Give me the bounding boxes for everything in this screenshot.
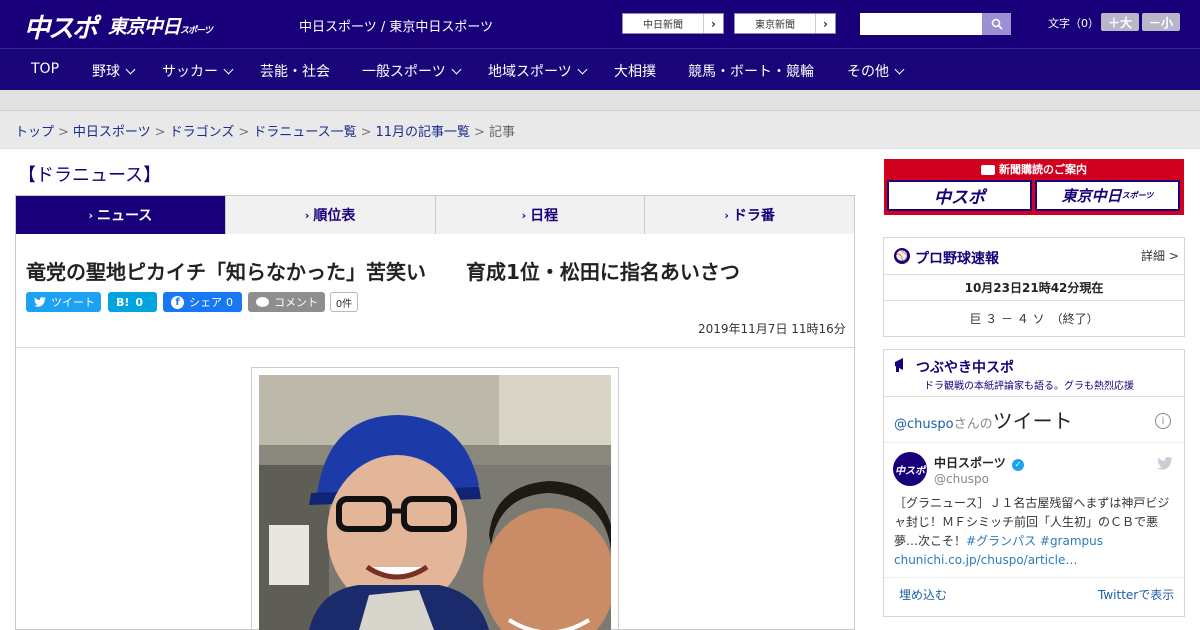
tab-dra-ban[interactable]: › ドラ番 <box>645 196 854 234</box>
nav-item-other[interactable]: その他 <box>847 61 905 81</box>
chevron-down-icon <box>451 64 462 75</box>
nav-item-general-sports[interactable]: 一般スポーツ <box>362 61 462 81</box>
divider <box>884 577 1184 578</box>
chevron-right-icon: › <box>521 208 527 222</box>
facebook-share-button[interactable]: f シェア 0 <box>163 292 242 312</box>
section-title: 【ドラニュース】 <box>18 165 162 186</box>
avatar[interactable]: 中スポ <box>893 452 927 486</box>
hatena-icon: B! <box>116 295 130 309</box>
tweet-button[interactable]: ツイート <box>26 292 101 312</box>
font-size-label: 文字（0） <box>1048 17 1099 30</box>
view-on-twitter-link[interactable]: Twitterで表示 <box>1098 586 1174 603</box>
divider <box>884 274 1184 275</box>
breadcrumb-chuspo[interactable]: 中日スポーツ <box>73 125 151 140</box>
nav-item-top[interactable]: TOP <box>31 61 59 77</box>
twitter-bird-icon[interactable] <box>1157 455 1173 470</box>
breadcrumb-current: 記事 <box>488 125 515 140</box>
tweets-subtitle: ドラ観戦の本紙評論家も語る。グラも熱烈応援 <box>924 381 1134 392</box>
comment-count: 0件 <box>330 292 358 312</box>
chevron-right-icon: › <box>703 14 723 33</box>
hatena-bookmark-button[interactable]: B! 0 <box>108 292 157 312</box>
chevron-right-icon: › <box>304 208 310 222</box>
tab-news[interactable]: › ニュース <box>16 196 226 242</box>
breadcrumb-dragons[interactable]: ドラゴンズ <box>170 125 235 140</box>
baseball-timestamp: 10月23日21時42分現在 <box>964 281 1104 295</box>
chevron-down-icon <box>577 64 588 75</box>
article-photo[interactable] <box>259 375 611 630</box>
baseball-score[interactable]: 巨 ３ － ４ ソ （終了） <box>884 310 1184 327</box>
twitter-bird-icon <box>34 297 46 307</box>
embed-link[interactable]: 埋め込む <box>899 586 947 603</box>
chunichi-shimbun-link[interactable]: 中日新聞 › <box>622 13 724 34</box>
nav-item-local-sports[interactable]: 地域スポーツ <box>488 61 588 81</box>
megaphone-icon <box>893 356 909 374</box>
tweet-text: ［グラニュース］Ｊ１名古屋残留へまずは神戸ビジャ封じ！ＭＦシミッチ前回「人生初」… <box>894 496 1170 567</box>
photo-illustration <box>259 375 611 630</box>
tweet-hashtags[interactable]: #グランパス #grampus <box>966 534 1103 548</box>
chevron-down-icon <box>223 64 234 75</box>
search-icon <box>991 18 1003 30</box>
verified-badge-icon: ✓ <box>1011 458 1024 471</box>
info-icon[interactable]: i <box>1155 413 1171 429</box>
search-button[interactable] <box>982 13 1011 35</box>
breadcrumb-november[interactable]: 11月の記事一覧 <box>376 125 471 140</box>
nav-item-soccer[interactable]: サッカー <box>162 61 234 81</box>
tweets-heading: @chuspoさんのツイート <box>894 409 1073 433</box>
baseball-title: プロ野球速報 <box>915 251 999 267</box>
nav-item-entertainment[interactable]: 芸能・社会 <box>260 61 330 81</box>
tab-standings[interactable]: › 順位表 <box>226 196 436 234</box>
site-name: 中日スポーツ / 東京中日スポーツ <box>299 20 494 35</box>
font-size-down-button[interactable]: －小 <box>1142 13 1180 31</box>
chevron-right-icon: › <box>815 14 835 33</box>
dra-tabs: › ニュース › 順位表 › 日程 › ドラ番 <box>15 195 855 242</box>
subscribe-chuspo-button[interactable]: 中スポ <box>887 180 1032 211</box>
divider <box>884 396 1184 397</box>
subscription-banner[interactable]: 新聞購読のご案内 中スポ 東京中日 スポーツ <box>884 159 1184 215</box>
speech-bubble-icon <box>256 297 269 307</box>
facebook-icon: f <box>171 295 184 309</box>
breadcrumb: トップ > 中日スポーツ > ドラゴンズ > ドラニュース一覧 >11月の記事一覧 > 記事 <box>15 125 515 140</box>
main-nav: TOP 野球 サッカー 芸能・社会 一般スポーツ 地域スポーツ 大相撲 競馬・ボ… <box>0 48 1200 90</box>
comment-button[interactable]: コメント <box>248 292 325 312</box>
nav-item-baseball[interactable]: 野球 <box>92 61 136 81</box>
divider <box>884 442 1184 443</box>
article-headline: 竜党の聖地ピカイチ「知らなかった」苦笑い 育成1位・松田に指名あいさつ <box>26 260 740 284</box>
tab-schedule[interactable]: › 日程 <box>436 196 646 234</box>
chuspo-logo[interactable]: 中スポ <box>24 8 98 45</box>
font-size-up-button[interactable]: ＋大 <box>1101 13 1139 31</box>
baseball-detail-link[interactable]: 詳細 > <box>1141 247 1179 264</box>
divider <box>16 347 854 348</box>
header-spacer <box>0 90 1200 111</box>
tweet-user-handle[interactable]: @chuspo <box>934 472 989 486</box>
breadcrumb-top[interactable]: トップ <box>15 125 54 140</box>
tokyo-shimbun-link[interactable]: 東京新聞 › <box>734 13 836 34</box>
chevron-down-icon <box>894 64 905 75</box>
chevron-down-icon <box>125 64 136 75</box>
newspaper-icon <box>981 165 995 175</box>
article-date: 2019年11月7日 11時16分 <box>698 322 846 336</box>
tweets-title: つぶやき中スポ <box>916 360 1014 376</box>
tokyo-chunichi-logo[interactable]: 東京中日スポーツ <box>108 12 213 39</box>
chevron-right-icon: › <box>724 208 729 222</box>
chuspo-handle-link[interactable]: @chuspo <box>894 417 954 432</box>
nav-item-racing[interactable]: 競馬・ボート・競輪 <box>688 61 814 81</box>
chevron-right-icon: › <box>88 208 93 222</box>
baseball-icon: ⚾ <box>894 248 910 264</box>
search-input[interactable] <box>860 13 982 35</box>
divider <box>884 300 1184 301</box>
subscription-title: 新聞購読のご案内 <box>884 161 1184 177</box>
breadcrumb-dra-news[interactable]: ドラニュース一覧 <box>253 125 356 140</box>
nav-item-sumo[interactable]: 大相撲 <box>614 61 656 81</box>
tweet-user-name[interactable]: 中日スポーツ ✓ <box>934 454 1024 471</box>
top-header: 中スポ 東京中日スポーツ 中日スポーツ / 東京中日スポーツ 中日新聞 › 東京… <box>0 0 1200 48</box>
tweet-link[interactable]: chunichi.co.jp/chuspo/article… <box>894 553 1077 567</box>
subscribe-tokyo-chunichi-button[interactable]: 東京中日 スポーツ <box>1035 180 1180 211</box>
